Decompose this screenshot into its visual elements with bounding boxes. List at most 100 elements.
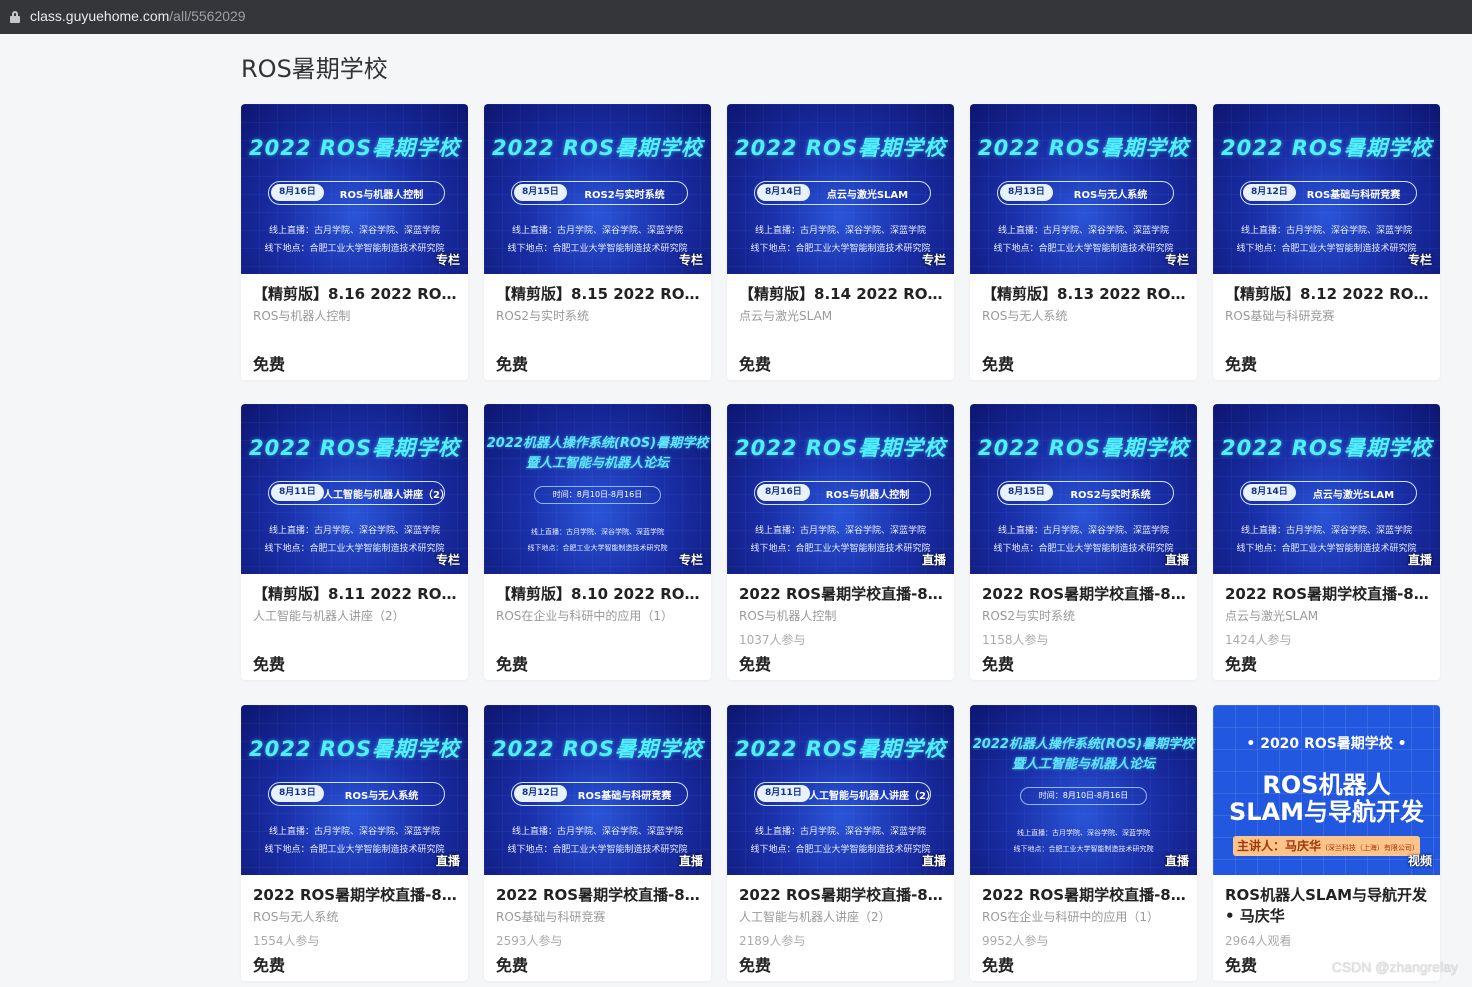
thumbnail-offline-line: 线下地点：合肥工业大学智能制造技术研究院 [993,544,1174,554]
course-title[interactable]: 2022 ROS暑期学校直播-8.10 [982,885,1187,906]
course-thumbnail[interactable]: • 2020 ROS暑期学校 • ROS机器人 SLAM与导航开发 主讲人：马庆… [1213,705,1440,875]
thumbnail-online-line: 线上直播：古月学院、深谷学院、深蓝学院 [268,827,440,837]
course-thumbnail[interactable]: 2022 ROS暑期学校 8月16日 ROS与机器人控制 线上直播：古月学院、深… [727,404,954,574]
thumbnail-offline-line: 线下地点：合肥工业大学智能制造技术研究院 [1013,845,1154,853]
thumbnail-topic-pill: 8月16日 ROS与机器人控制 [268,181,445,205]
thumbnail-date: 8月16日 [757,484,810,501]
course-price: 免费 [982,956,1015,975]
course-type-tag: 专栏 [1407,253,1432,267]
course-title[interactable]: 【精剪版】8.11 2022 ROS暑... [253,584,458,605]
course-card[interactable]: 2022 ROS暑期学校 8月11日 人工智能与机器人讲座（2） 线上直播：古月… [241,404,468,680]
course-title[interactable]: 【精剪版】8.16 2022 ROS暑... [253,284,458,305]
course-card[interactable]: 2022 ROS暑期学校 8月16日 ROS与机器人控制 线上直播：古月学院、深… [241,104,468,380]
participant-count: 9952人参与 [982,934,1049,948]
course-thumbnail[interactable]: 2022机器人操作系统(ROS)暑期学校 暨人工智能与机器人论坛 时间：8月10… [970,705,1197,875]
course-title[interactable]: 2022 ROS暑期学校直播-8.12 [496,885,701,906]
course-price: 免费 [496,355,529,374]
course-type-tag: 视频 [1407,854,1432,868]
thumbnail-offline-line: 线下地点：合肥工业大学智能制造技术研究院 [527,544,668,552]
thumbnail-date: 8月14日 [1243,484,1296,501]
course-thumbnail[interactable]: 2022 ROS暑期学校 8月16日 ROS与机器人控制 线上直播：古月学院、深… [241,104,468,274]
thumbnail-date: 8月15日 [514,184,567,201]
course-subtitle: 人工智能与机器人讲座（2） [739,910,891,924]
thumbnail-topic: 人工智能与机器人讲座（2） [809,791,936,802]
course-card[interactable]: 2022机器人操作系统(ROS)暑期学校 暨人工智能与机器人论坛 时间：8月10… [484,404,711,680]
course-price: 免费 [982,655,1015,674]
thumbnail-online-line: 线上直播：古月学院、深谷学院、深蓝学院 [1240,226,1412,236]
course-thumbnail[interactable]: 2022 ROS暑期学校 8月14日 点云与激光SLAM 线上直播：古月学院、深… [1213,404,1440,574]
participant-count: 1037人参与 [739,633,806,647]
course-title[interactable]: 2022 ROS暑期学校直播-8.16 [739,584,944,605]
course-thumbnail[interactable]: 2022 ROS暑期学校 8月11日 人工智能与机器人讲座（2） 线上直播：古月… [241,404,468,574]
course-type-tag: 直播 [1164,854,1189,868]
url-path: /all/5562029 [169,8,246,24]
url-text[interactable]: class.guyuehome.com/all/5562029 [30,8,246,24]
course-thumbnail[interactable]: 2022 ROS暑期学校 8月11日 人工智能与机器人讲座（2） 线上直播：古月… [727,705,954,875]
course-title[interactable]: 【精剪版】8.12 2022 ROS暑... [1225,284,1430,305]
course-thumbnail[interactable]: 2022 ROS暑期学校 8月15日 ROS2与实时系统 线上直播：古月学院、深… [970,404,1197,574]
course-type-tag: 直播 [1164,553,1189,567]
course-title[interactable]: 2022 ROS暑期学校直播-8.14 [1225,584,1430,605]
course-card[interactable]: 2022 ROS暑期学校 8月12日 ROS基础与科研竞赛 线上直播：古月学院、… [484,705,711,981]
course-card[interactable]: 2022 ROS暑期学校 8月11日 人工智能与机器人讲座（2） 线上直播：古月… [727,705,954,981]
course-title[interactable]: ROS机器人SLAM与导航开发 • 马庆华 [1225,885,1430,927]
participant-count: 1424人参与 [1225,633,1292,647]
course-title[interactable]: 2022 ROS暑期学校直播-8.15 [982,584,1187,605]
course-thumbnail[interactable]: 2022 ROS暑期学校 8月14日 点云与激光SLAM 线上直播：古月学院、深… [727,104,954,274]
thumbnail-banner: 2022机器人操作系统(ROS)暑期学校 [972,737,1195,752]
thumbnail-online-line: 线上直播：古月学院、深谷学院、深蓝学院 [1240,526,1412,536]
course-price: 免费 [496,655,529,674]
thumbnail-speaker: 主讲人：马庆华 (深兰科技（上海）有限公司) [1233,836,1420,856]
course-type-tag: 直播 [435,854,460,868]
course-price: 免费 [739,956,772,975]
thumbnail-banner: 2022 ROS暑期学校 [249,436,460,460]
course-subtitle: ROS2与实时系统 [496,309,590,323]
course-price: 免费 [739,355,772,374]
thumbnail-banner: 2022 ROS暑期学校 [492,136,703,160]
course-type-tag: 直播 [1407,553,1432,567]
thumbnail-topic-pill: 8月16日 ROS与机器人控制 [754,481,931,505]
thumbnail-date: 8月14日 [757,184,810,201]
course-card[interactable]: 2022 ROS暑期学校 8月16日 ROS与机器人控制 线上直播：古月学院、深… [727,404,954,680]
course-title[interactable]: 2022 ROS暑期学校直播-8.11 [739,885,944,906]
thumbnail-date: 8月15日 [1000,484,1053,501]
thumbnail-date: 8月11日 [757,785,810,802]
thumbnail-topic: ROS与无人系统 [344,791,419,802]
course-title[interactable]: 【精剪版】8.13 2022 ROS暑... [982,284,1187,305]
course-title[interactable]: 2022 ROS暑期学校直播-8.13 [253,885,458,906]
course-subtitle: 人工智能与机器人讲座（2） [253,609,405,623]
course-card[interactable]: 2022 ROS暑期学校 8月13日 ROS与无人系统 线上直播：古月学院、深谷… [241,705,468,981]
thumbnail-online-line: 线上直播：古月学院、深谷学院、深蓝学院 [268,226,440,236]
thumbnail-banner: 2022机器人操作系统(ROS)暑期学校 [486,436,709,451]
course-card[interactable]: 2022 ROS暑期学校 8月13日 ROS与无人系统 线上直播：古月学院、深谷… [970,104,1197,380]
course-price: 免费 [1225,956,1258,975]
thumbnail-topic: ROS2与实时系统 [584,190,665,201]
course-card[interactable]: 2022机器人操作系统(ROS)暑期学校 暨人工智能与机器人论坛 时间：8月10… [970,705,1197,981]
course-price: 免费 [1225,355,1258,374]
thumbnail-banner: 2022 ROS暑期学校 [735,737,946,761]
thumbnail-banner: 2022 ROS暑期学校 [492,737,703,761]
course-title[interactable]: 【精剪版】8.15 2022 ROS暑... [496,284,701,305]
course-thumbnail[interactable]: 2022 ROS暑期学校 8月12日 ROS基础与科研竞赛 线上直播：古月学院、… [484,705,711,875]
course-thumbnail[interactable]: 2022 ROS暑期学校 8月12日 ROS基础与科研竞赛 线上直播：古月学院、… [1213,104,1440,274]
course-title[interactable]: 【精剪版】8.10 2022 ROS暑... [496,584,701,605]
thumbnail-time: 时间：8月10日-8月16日 [534,486,661,504]
course-thumbnail[interactable]: 2022 ROS暑期学校 8月13日 ROS与无人系统 线上直播：古月学院、深谷… [241,705,468,875]
course-thumbnail[interactable]: 2022 ROS暑期学校 8月13日 ROS与无人系统 线上直播：古月学院、深谷… [970,104,1197,274]
thumbnail-date: 8月12日 [514,785,567,802]
course-card[interactable]: 2022 ROS暑期学校 8月12日 ROS基础与科研竞赛 线上直播：古月学院、… [1213,104,1440,380]
course-card[interactable]: 2022 ROS暑期学校 8月14日 点云与激光SLAM 线上直播：古月学院、深… [727,104,954,380]
course-thumbnail[interactable]: 2022 ROS暑期学校 8月15日 ROS2与实时系统 线上直播：古月学院、深… [484,104,711,274]
course-card[interactable]: 2022 ROS暑期学校 8月14日 点云与激光SLAM 线上直播：古月学院、深… [1213,404,1440,680]
course-card[interactable]: • 2020 ROS暑期学校 • ROS机器人 SLAM与导航开发 主讲人：马庆… [1213,705,1440,981]
course-card[interactable]: 2022 ROS暑期学校 8月15日 ROS2与实时系统 线上直播：古月学院、深… [970,404,1197,680]
url-bar[interactable]: class.guyuehome.com/all/5562029 [0,0,1472,34]
thumbnail-offline-line: 线下地点：合肥工业大学智能制造技术研究院 [264,244,445,254]
course-card[interactable]: 2022 ROS暑期学校 8月15日 ROS2与实时系统 线上直播：古月学院、深… [484,104,711,380]
participant-count: 2189人参与 [739,934,806,948]
thumbnail-offline-line: 线下地点：合肥工业大学智能制造技术研究院 [750,244,931,254]
thumbnail-topic-pill: 8月14日 点云与激光SLAM [754,181,931,205]
course-thumbnail[interactable]: 2022机器人操作系统(ROS)暑期学校 暨人工智能与机器人论坛 时间：8月10… [484,404,711,574]
course-title[interactable]: 【精剪版】8.14 2022 ROS暑... [739,284,944,305]
course-type-tag: 专栏 [435,253,460,267]
